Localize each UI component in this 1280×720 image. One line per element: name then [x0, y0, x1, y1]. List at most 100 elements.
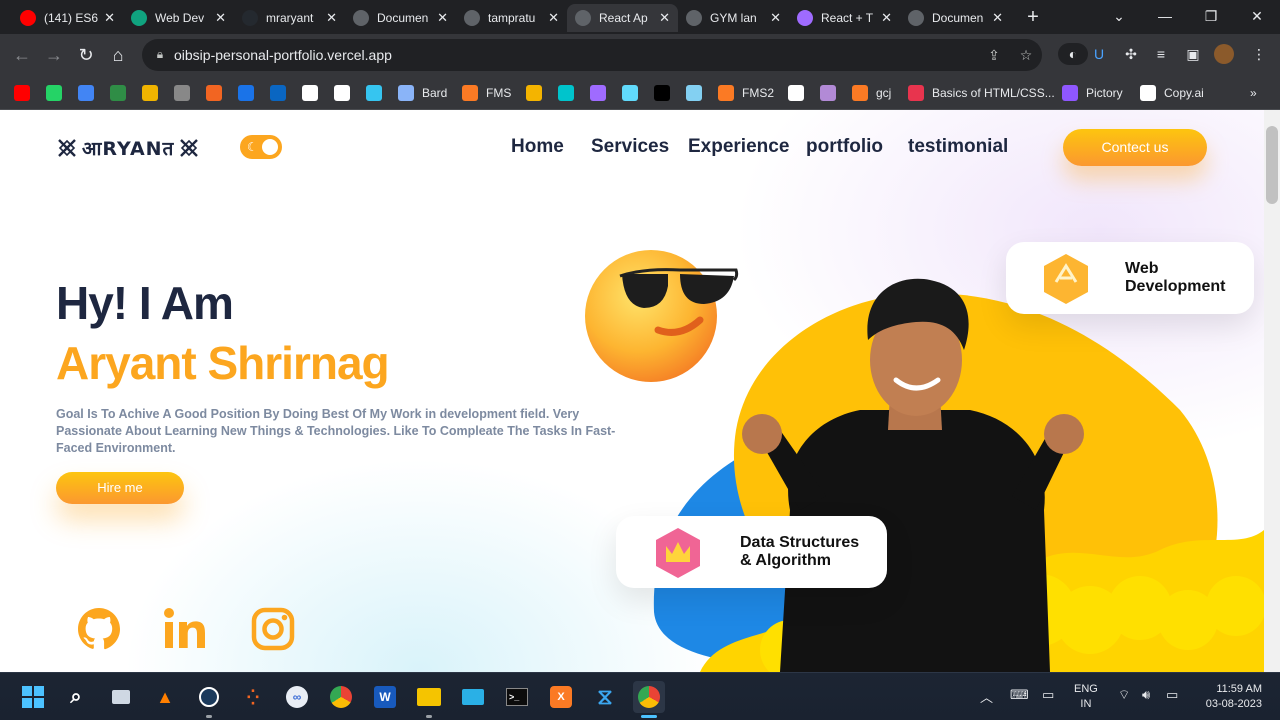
wifi-icon[interactable]: ⌔: [1118, 687, 1130, 703]
bookmark-item[interactable]: [334, 82, 350, 104]
browser-tab[interactable]: React + T ✕: [789, 4, 900, 32]
tray-window-icon[interactable]: ▭: [1042, 687, 1054, 703]
nav-experience[interactable]: Experience: [688, 136, 789, 158]
extension-u-icon[interactable]: U: [1088, 43, 1110, 65]
bookmark-item[interactable]: [206, 82, 222, 104]
extension-toggle-icon[interactable]: ◐: [1058, 43, 1088, 65]
profile-avatar-icon[interactable]: [1214, 44, 1234, 64]
xampp-icon[interactable]: X: [545, 681, 577, 713]
reading-list-icon[interactable]: ≡: [1150, 43, 1172, 65]
bookmark-item[interactable]: gcj: [852, 82, 891, 104]
theme-toggle[interactable]: ☾: [240, 135, 282, 159]
word-icon[interactable]: W: [369, 681, 401, 713]
extensions-puzzle-icon[interactable]: ✣: [1120, 43, 1142, 65]
browser-tab[interactable]: mraryant ✕: [234, 4, 345, 32]
bookmark-item[interactable]: Basics of HTML/CSS...: [908, 82, 1055, 104]
linkedin-icon[interactable]: [162, 606, 208, 652]
nav-portfolio[interactable]: portfolio: [806, 136, 883, 158]
windows-start-icon[interactable]: [17, 681, 49, 713]
scrollbar-thumb[interactable]: [1266, 126, 1278, 204]
close-tab-icon[interactable]: ✕: [437, 10, 448, 26]
language-indicator[interactable]: ENG IN: [1074, 682, 1098, 712]
close-tab-icon[interactable]: ✕: [881, 10, 892, 26]
contact-button[interactable]: Contect us: [1063, 129, 1207, 166]
github-icon[interactable]: [76, 606, 122, 652]
bookmark-item[interactable]: [174, 82, 190, 104]
browser-tab[interactable]: React Ap ✕: [567, 4, 678, 32]
tab-search-icon[interactable]: ⌄: [1096, 0, 1142, 32]
close-tab-icon[interactable]: ✕: [104, 10, 115, 26]
close-tab-icon[interactable]: ✕: [215, 10, 226, 26]
bookmark-item[interactable]: [142, 82, 158, 104]
flow-icon[interactable]: ∞: [281, 681, 313, 713]
bookmark-item[interactable]: [526, 82, 542, 104]
browser-tab[interactable]: (141) ES6 ✕: [12, 4, 123, 32]
bookmark-item[interactable]: [270, 82, 286, 104]
bookmark-item[interactable]: [590, 82, 606, 104]
close-tab-icon[interactable]: ✕: [770, 10, 781, 26]
bookmark-star-icon[interactable]: ☆: [1018, 47, 1034, 63]
bookmark-item[interactable]: Bard: [398, 82, 447, 104]
reload-icon[interactable]: ↻: [74, 43, 98, 67]
clock-icon[interactable]: [193, 681, 225, 718]
vscode-icon[interactable]: ⧖: [589, 681, 621, 713]
bookmark-item[interactable]: [686, 82, 702, 104]
battery-icon[interactable]: ▭: [1166, 687, 1178, 703]
browser-tab[interactable]: GYM lan ✕: [678, 4, 789, 32]
site-logo[interactable]: आRYANत: [56, 136, 200, 160]
browser-tab[interactable]: Documen ✕: [345, 4, 456, 32]
volume-icon[interactable]: 🔊︎: [1142, 687, 1150, 703]
share-icon[interactable]: ⇪: [986, 47, 1002, 63]
bookmark-item[interactable]: [110, 82, 126, 104]
instagram-icon[interactable]: [250, 606, 296, 652]
restore-icon[interactable]: ❐: [1188, 0, 1234, 32]
url-text[interactable]: oibsip-personal-portfolio.vercel.app: [174, 47, 392, 63]
bookmark-item[interactable]: [820, 82, 836, 104]
close-window-icon[interactable]: ✕: [1234, 0, 1280, 32]
close-tab-icon[interactable]: ✕: [326, 10, 337, 26]
new-tab-button[interactable]: +: [1022, 6, 1044, 28]
close-tab-icon[interactable]: ✕: [659, 10, 670, 26]
bookmark-item[interactable]: [238, 82, 254, 104]
monitor-icon[interactable]: [457, 681, 489, 713]
forward-icon[interactable]: →: [42, 43, 66, 67]
terminal-icon[interactable]: >_: [501, 681, 533, 713]
nav-services[interactable]: Services: [591, 136, 669, 158]
bookmark-item[interactable]: FMS2: [718, 82, 774, 104]
bookmark-item[interactable]: FMS: [462, 82, 511, 104]
nav-home[interactable]: Home: [511, 136, 564, 158]
chrome-profile-icon[interactable]: [633, 681, 665, 718]
search-icon[interactable]: ⌕: [60, 681, 92, 713]
home-icon[interactable]: ⌂: [106, 43, 130, 67]
bookmark-item[interactable]: [654, 82, 670, 104]
browser-tab[interactable]: Web Dev ✕: [123, 4, 234, 32]
close-tab-icon[interactable]: ✕: [548, 10, 559, 26]
file-explorer-icon[interactable]: [413, 681, 445, 718]
bookmark-item[interactable]: [788, 82, 804, 104]
browser-tab[interactable]: Documen ✕: [900, 4, 1011, 32]
bookmark-item[interactable]: [366, 82, 382, 104]
minimize-icon[interactable]: —: [1142, 0, 1188, 32]
bookmark-item[interactable]: [46, 82, 62, 104]
bookmark-item[interactable]: Pictory: [1062, 82, 1123, 104]
tray-overflow-icon[interactable]: ︿: [980, 687, 993, 706]
address-bar[interactable]: 🔒︎ oibsip-personal-portfolio.vercel.app …: [142, 39, 1042, 71]
back-icon[interactable]: ←: [10, 43, 34, 67]
hire-me-button[interactable]: Hire me: [56, 472, 184, 504]
task-view-icon[interactable]: [105, 681, 137, 713]
bookmark-item[interactable]: [558, 82, 574, 104]
bookmarks-overflow-icon[interactable]: »: [1250, 82, 1257, 104]
browser-tab[interactable]: tampratu ✕: [456, 4, 567, 32]
chrome-icon[interactable]: [325, 681, 357, 713]
menu-kebab-icon[interactable]: ⋮: [1248, 43, 1270, 65]
bookmark-item[interactable]: [14, 82, 30, 104]
side-panel-icon[interactable]: ▣: [1182, 43, 1204, 65]
lock-icon[interactable]: 🔒︎: [152, 47, 168, 63]
system-clock[interactable]: 11:59 AM 03-08-2023: [1196, 682, 1262, 712]
keyboard-icon[interactable]: ⌨: [1010, 687, 1029, 703]
bookmark-item[interactable]: Copy.ai: [1140, 82, 1204, 104]
close-tab-icon[interactable]: ✕: [992, 10, 1003, 26]
nav-testimonial[interactable]: testimonial: [908, 136, 1008, 158]
bookmark-item[interactable]: [78, 82, 94, 104]
vlc-icon[interactable]: ▲: [149, 681, 181, 713]
